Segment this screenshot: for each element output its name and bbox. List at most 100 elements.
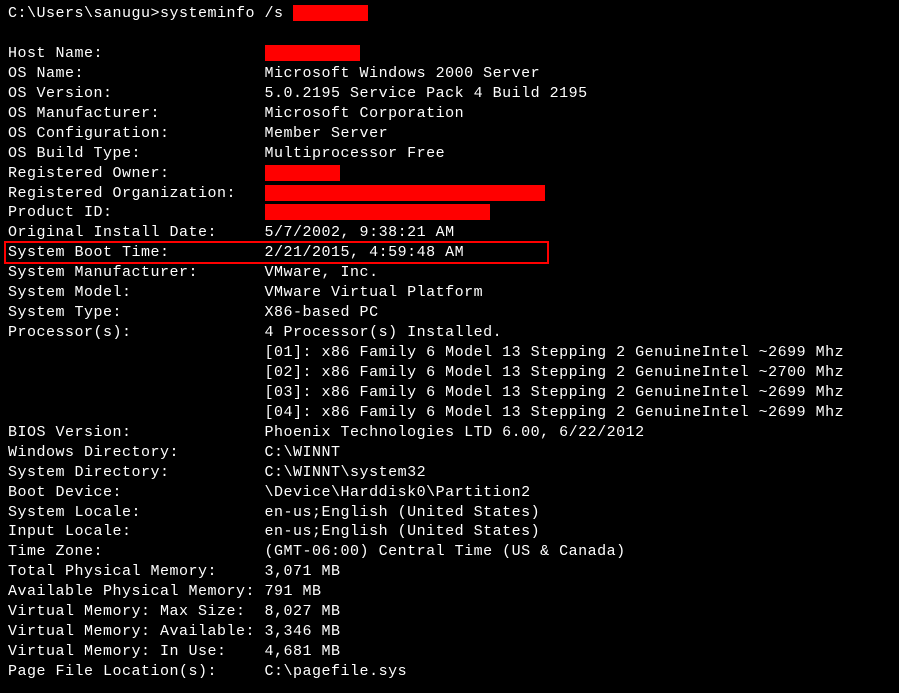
info-row: System Directory: C:\WINNT\system32: [8, 463, 891, 483]
info-value: (GMT-06:00) Central Time (US & Canada): [265, 543, 626, 560]
info-value: 791 MB: [265, 583, 322, 600]
info-label: [8, 404, 265, 421]
info-row: Product ID:: [8, 203, 891, 223]
info-label: Registered Owner:: [8, 165, 265, 182]
info-row: OS Build Type: Multiprocessor Free: [8, 144, 891, 164]
info-value: en-us;English (United States): [265, 504, 541, 521]
info-label: System Directory:: [8, 464, 265, 481]
info-row: Virtual Memory: In Use: 4,681 MB: [8, 642, 891, 662]
info-label: Original Install Date:: [8, 224, 265, 241]
info-row: Windows Directory: C:\WINNT: [8, 443, 891, 463]
prompt-path: C:\Users\sanugu>: [8, 5, 160, 22]
info-row: Registered Owner:: [8, 164, 891, 184]
redacted-value: [265, 185, 545, 201]
info-label: Available Physical Memory:: [8, 583, 265, 600]
info-row: OS Version: 5.0.2195 Service Pack 4 Buil…: [8, 84, 891, 104]
info-value: C:\pagefile.sys: [265, 663, 408, 680]
info-row: Available Physical Memory: 791 MB: [8, 582, 891, 602]
info-row: System Model: VMware Virtual Platform: [8, 283, 891, 303]
info-row: System Locale: en-us;English (United Sta…: [8, 503, 891, 523]
info-label: OS Name:: [8, 65, 265, 82]
info-label: OS Manufacturer:: [8, 105, 265, 122]
info-label: Virtual Memory: In Use:: [8, 643, 265, 660]
info-row: System Boot Time: 2/21/2015, 4:59:48 AM: [8, 243, 891, 263]
info-value: VMware, Inc.: [265, 264, 379, 281]
info-label: System Type:: [8, 304, 265, 321]
info-label: Total Physical Memory:: [8, 563, 265, 580]
info-row: OS Manufacturer: Microsoft Corporation: [8, 104, 891, 124]
info-value: C:\WINNT: [265, 444, 341, 461]
info-label: System Model:: [8, 284, 265, 301]
info-label: [8, 364, 265, 381]
info-row: Virtual Memory: Max Size: 8,027 MB: [8, 602, 891, 622]
info-row: Host Name:: [8, 44, 891, 64]
info-label: [8, 384, 265, 401]
info-label: Registered Organization:: [8, 185, 265, 202]
redacted-server-name: [293, 5, 368, 21]
info-value: [01]: x86 Family 6 Model 13 Stepping 2 G…: [265, 344, 845, 361]
info-value: Member Server: [265, 125, 389, 142]
prompt-command: systeminfo /s: [160, 5, 293, 22]
info-label: Virtual Memory: Max Size:: [8, 603, 265, 620]
info-label: Windows Directory:: [8, 444, 265, 461]
info-value: 5.0.2195 Service Pack 4 Build 2195: [265, 85, 588, 102]
info-value: VMware Virtual Platform: [265, 284, 484, 301]
info-row: [03]: x86 Family 6 Model 13 Stepping 2 G…: [8, 383, 891, 403]
info-row: [02]: x86 Family 6 Model 13 Stepping 2 G…: [8, 363, 891, 383]
info-row: Page File Location(s): C:\pagefile.sys: [8, 662, 891, 682]
info-value: 2/21/2015, 4:59:48 AM: [265, 244, 465, 261]
info-label: Host Name:: [8, 45, 265, 62]
info-value: 8,027 MB: [265, 603, 341, 620]
info-value: [04]: x86 Family 6 Model 13 Stepping 2 G…: [265, 404, 845, 421]
info-label: System Manufacturer:: [8, 264, 265, 281]
redacted-value: [265, 204, 490, 220]
info-value: Multiprocessor Free: [265, 145, 446, 162]
info-value: 4,681 MB: [265, 643, 341, 660]
info-row: BIOS Version: Phoenix Technologies LTD 6…: [8, 423, 891, 443]
info-value: [03]: x86 Family 6 Model 13 Stepping 2 G…: [265, 384, 845, 401]
info-value: Microsoft Corporation: [265, 105, 465, 122]
info-value: 4 Processor(s) Installed.: [265, 324, 503, 341]
info-label: Boot Device:: [8, 484, 265, 501]
info-value: 5/7/2002, 9:38:21 AM: [265, 224, 455, 241]
command-prompt-line: C:\Users\sanugu>systeminfo /s: [8, 4, 891, 24]
info-row: [04]: x86 Family 6 Model 13 Stepping 2 G…: [8, 403, 891, 423]
info-label: System Boot Time:: [8, 244, 265, 261]
info-row: Boot Device: \Device\Harddisk0\Partition…: [8, 483, 891, 503]
info-row: OS Name: Microsoft Windows 2000 Server: [8, 64, 891, 84]
info-value: en-us;English (United States): [265, 523, 541, 540]
info-label: Product ID:: [8, 204, 265, 221]
info-row: Virtual Memory: Available: 3,346 MB: [8, 622, 891, 642]
info-label: [8, 344, 265, 361]
info-label: System Locale:: [8, 504, 265, 521]
info-value: X86-based PC: [265, 304, 379, 321]
info-label: Input Locale:: [8, 523, 265, 540]
info-value: C:\WINNT\system32: [265, 464, 427, 481]
info-row: Total Physical Memory: 3,071 MB: [8, 562, 891, 582]
info-value: 3,346 MB: [265, 623, 341, 640]
info-value: 3,071 MB: [265, 563, 341, 580]
info-row: OS Configuration: Member Server: [8, 124, 891, 144]
info-value: \Device\Harddisk0\Partition2: [265, 484, 531, 501]
info-label: BIOS Version:: [8, 424, 265, 441]
info-value: [02]: x86 Family 6 Model 13 Stepping 2 G…: [265, 364, 845, 381]
info-row: Input Locale: en-us;English (United Stat…: [8, 522, 891, 542]
info-label: OS Configuration:: [8, 125, 265, 142]
info-row: System Manufacturer: VMware, Inc.: [8, 263, 891, 283]
info-row: Time Zone: (GMT-06:00) Central Time (US …: [8, 542, 891, 562]
info-label: Time Zone:: [8, 543, 265, 560]
info-label: OS Build Type:: [8, 145, 265, 162]
info-label: Virtual Memory: Available:: [8, 623, 265, 640]
info-row: Processor(s): 4 Processor(s) Installed.: [8, 323, 891, 343]
info-row: Registered Organization:: [8, 184, 891, 204]
redacted-value: [265, 165, 340, 181]
info-label: Processor(s):: [8, 324, 265, 341]
info-row: Original Install Date: 5/7/2002, 9:38:21…: [8, 223, 891, 243]
info-value: Microsoft Windows 2000 Server: [265, 65, 541, 82]
info-label: Page File Location(s):: [8, 663, 265, 680]
info-row: System Type: X86-based PC: [8, 303, 891, 323]
info-row: [01]: x86 Family 6 Model 13 Stepping 2 G…: [8, 343, 891, 363]
info-label: OS Version:: [8, 85, 265, 102]
info-value: Phoenix Technologies LTD 6.00, 6/22/2012: [265, 424, 645, 441]
systeminfo-output: Host Name: OS Name: Microsoft Windows 20…: [8, 44, 891, 682]
